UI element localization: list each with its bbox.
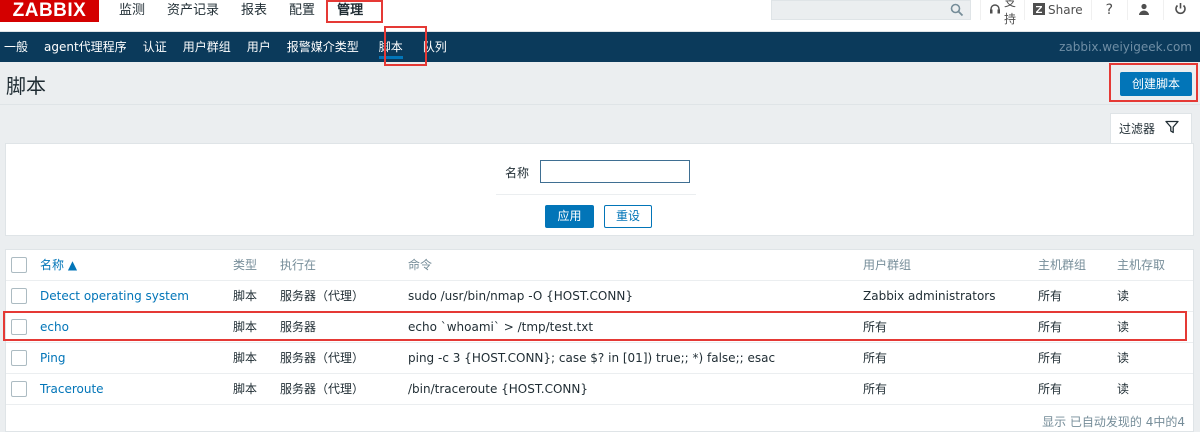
filter-reset-button[interactable]: 重设 <box>604 205 652 228</box>
filter-tab-label: 过滤器 <box>1119 122 1156 136</box>
page-title: 脚本 <box>6 74 46 98</box>
script-host-access: 读 <box>1117 382 1130 396</box>
user-icon <box>1138 3 1153 18</box>
main-menu-monitoring[interactable]: 监测 <box>108 0 156 22</box>
main-menu-configuration[interactable]: 配置 <box>278 0 326 22</box>
sub-menu-general[interactable]: 一般 <box>0 32 36 62</box>
header-execute-on: 执行在 <box>280 258 317 272</box>
filter-panel: 名称 应用 重设 <box>5 143 1194 236</box>
script-host-group: 所有 <box>1038 289 1063 303</box>
filter-icon <box>1155 120 1179 137</box>
script-type: 脚本 <box>233 351 258 365</box>
header-user-group: 用户群组 <box>863 258 912 272</box>
script-command: /bin/traceroute {HOST.CONN} <box>408 382 588 396</box>
sub-menu: 一般 agent代理程序 认证 用户群组 用户 报警媒介类型 脚本 队列 <box>0 32 455 62</box>
filter-divider <box>496 194 696 195</box>
script-host-group: 所有 <box>1038 320 1063 334</box>
sub-menu-users[interactable]: 用户 <box>239 32 279 62</box>
power-icon <box>1174 2 1190 18</box>
sub-menu-bar: 一般 agent代理程序 认证 用户群组 用户 报警媒介类型 脚本 队列 zab… <box>0 32 1200 62</box>
share-label: Share <box>1048 3 1083 17</box>
create-script-button[interactable]: 创建脚本 <box>1120 72 1192 96</box>
script-user-group: 所有 <box>863 351 888 365</box>
user-profile-link[interactable] <box>1127 0 1163 20</box>
script-name-link[interactable]: Traceroute <box>40 374 104 404</box>
main-menu-inventory[interactable]: 资产记录 <box>156 0 230 22</box>
table-row: echo 脚本 服务器 echo `whoami` > /tmp/test.tx… <box>6 312 1193 343</box>
main-menu-administration[interactable]: 管理 <box>326 0 374 22</box>
select-all-checkbox[interactable] <box>11 257 27 273</box>
script-host-group: 所有 <box>1038 351 1063 365</box>
sub-menu-queue[interactable]: 队列 <box>415 32 455 62</box>
main-menu-reports[interactable]: 报表 <box>230 0 278 22</box>
header-divider <box>0 104 1200 105</box>
table-header-row: 名称 ▲ 类型 执行在 命令 用户群组 主机群组 主机存取 <box>6 250 1193 281</box>
row-checkbox[interactable] <box>11 319 27 335</box>
sub-menu-proxies[interactable]: agent代理程序 <box>36 32 135 62</box>
script-name-link[interactable]: Ping <box>40 343 66 373</box>
header-name[interactable]: 名称 ▲ <box>40 250 77 280</box>
script-name-link[interactable]: echo <box>40 312 69 342</box>
top-right-actions: 支持 Share ? <box>980 0 1200 26</box>
headset-icon <box>989 3 1004 18</box>
sub-menu-scripts[interactable]: 脚本 <box>367 32 415 62</box>
header-host-group: 主机群组 <box>1038 258 1087 272</box>
support-label: 支持 <box>1004 0 1017 26</box>
global-search <box>771 0 971 20</box>
zabbix-share-icon <box>1033 2 1048 18</box>
script-command: ping -c 3 {HOST.CONN}; case $? in [01]) … <box>408 351 776 365</box>
zabbix-logo[interactable]: ZABBIX <box>0 0 99 22</box>
support-link[interactable]: 支持 <box>980 0 1024 26</box>
page-header: 脚本 <box>0 62 1200 106</box>
share-link[interactable]: Share <box>1024 0 1091 20</box>
help-icon: ? <box>1105 2 1114 18</box>
table-row: Detect operating system 脚本 服务器（代理） sudo … <box>6 281 1193 312</box>
script-execute-on: 服务器（代理） <box>280 289 365 303</box>
main-menu: 监测 资产记录 报表 配置 管理 <box>108 0 374 32</box>
search-input[interactable] <box>772 1 942 19</box>
script-host-group: 所有 <box>1038 382 1063 396</box>
script-user-group: 所有 <box>863 382 888 396</box>
script-host-access: 读 <box>1117 289 1130 303</box>
script-execute-on: 服务器（代理） <box>280 382 365 396</box>
script-command: sudo /usr/bin/nmap -O {HOST.CONN} <box>408 289 633 303</box>
row-checkbox[interactable] <box>11 288 27 304</box>
script-host-access: 读 <box>1117 351 1130 365</box>
sign-out-link[interactable] <box>1163 0 1200 20</box>
filter-apply-button[interactable]: 应用 <box>545 205 594 228</box>
sub-menu-user-groups[interactable]: 用户群组 <box>175 32 239 62</box>
script-execute-on: 服务器 <box>280 320 317 334</box>
script-user-group: Zabbix administrators <box>863 289 996 303</box>
script-type: 脚本 <box>233 320 258 334</box>
row-checkbox[interactable] <box>11 350 27 366</box>
script-type: 脚本 <box>233 382 258 396</box>
script-command: echo `whoami` > /tmp/test.txt <box>408 320 594 334</box>
table-row: Ping 脚本 服务器（代理） ping -c 3 {HOST.CONN}; c… <box>6 343 1193 374</box>
header-command: 命令 <box>408 258 433 272</box>
scripts-table: 名称 ▲ 类型 执行在 命令 用户群组 主机群组 主机存取 Detect ope… <box>5 249 1194 432</box>
search-icon[interactable] <box>950 3 964 20</box>
filter-name-label: 名称 <box>505 166 530 180</box>
script-name-link[interactable]: Detect operating system <box>40 281 189 311</box>
script-type: 脚本 <box>233 289 258 303</box>
filter-tab[interactable]: 过滤器 <box>1110 113 1192 143</box>
help-link[interactable]: ? <box>1090 0 1127 20</box>
header-host-access: 主机存取 <box>1117 258 1166 272</box>
header-type: 类型 <box>233 258 258 272</box>
filter-name-input[interactable] <box>540 160 690 183</box>
row-checkbox[interactable] <box>11 381 27 397</box>
script-host-access: 读 <box>1117 320 1130 334</box>
script-user-group: 所有 <box>863 320 888 334</box>
script-execute-on: 服务器（代理） <box>280 351 365 365</box>
table-footer-count: 显示 已自动发现的 4中的4 <box>1042 415 1185 429</box>
table-row: Traceroute 脚本 服务器（代理） /bin/traceroute {H… <box>6 374 1193 405</box>
sub-menu-media-types[interactable]: 报警媒介类型 <box>279 32 367 62</box>
sub-menu-authentication[interactable]: 认证 <box>135 32 175 62</box>
top-bar: ZABBIX 监测 资产记录 报表 配置 管理 支持 Share ? <box>0 0 1200 32</box>
server-hostname: zabbix.weiyigeek.com <box>1059 40 1192 54</box>
